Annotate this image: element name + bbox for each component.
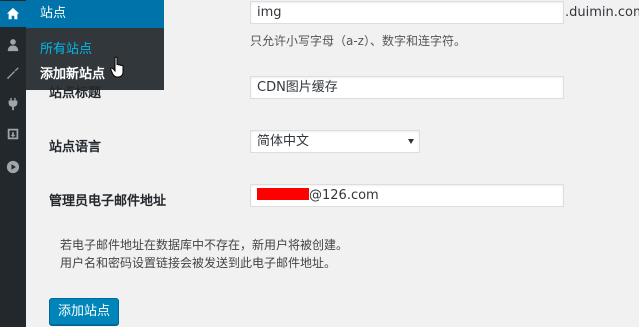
site-address-input[interactable]: img <box>250 1 564 24</box>
redaction-box <box>257 188 309 200</box>
site-language-value: 简体中文 <box>257 134 310 149</box>
site-title-label: 站点标题 <box>49 86 102 101</box>
hand-cursor-icon <box>110 56 124 78</box>
email-note-line-1: 若电子邮件地址在数据库中不存在，新用户将被创建。 <box>60 238 349 252</box>
play-icon[interactable] <box>0 154 26 180</box>
add-site-button[interactable]: 添加站点 <box>49 298 119 325</box>
home-icon[interactable] <box>0 1 26 27</box>
submenu-item-add-site[interactable]: 添加新站点 <box>40 63 105 82</box>
sites-submenu: 所有站点 添加新站点 <box>26 28 164 90</box>
tools-icon[interactable] <box>0 60 26 86</box>
admin-sidebar <box>0 0 26 327</box>
admin-email-domain: @126.com <box>309 188 379 203</box>
site-title-input[interactable]: CDN图片缓存 <box>250 76 564 99</box>
import-icon[interactable] <box>0 121 26 147</box>
submenu-item-all-sites[interactable]: 所有站点 <box>40 38 92 57</box>
site-language-label: 站点语言 <box>49 140 102 155</box>
admin-email-label: 管理员电子邮件地址 <box>49 194 167 209</box>
sites-menu-title[interactable]: 站点 <box>26 0 164 28</box>
email-note-line-2: 用户名和密码设置链接会被发送到此电子邮件地址。 <box>60 256 337 270</box>
plugins-icon[interactable] <box>0 91 26 117</box>
site-address-hint: 只允许小写字母（a-z）、数字和连字符。 <box>250 34 466 48</box>
site-language-select[interactable]: 简体中文 <box>250 130 420 153</box>
dropdown-arrow-icon <box>408 139 414 144</box>
domain-suffix: .duimin.com <box>565 5 639 20</box>
admin-email-input[interactable]: @126.com <box>250 184 564 207</box>
users-icon[interactable] <box>0 32 26 58</box>
